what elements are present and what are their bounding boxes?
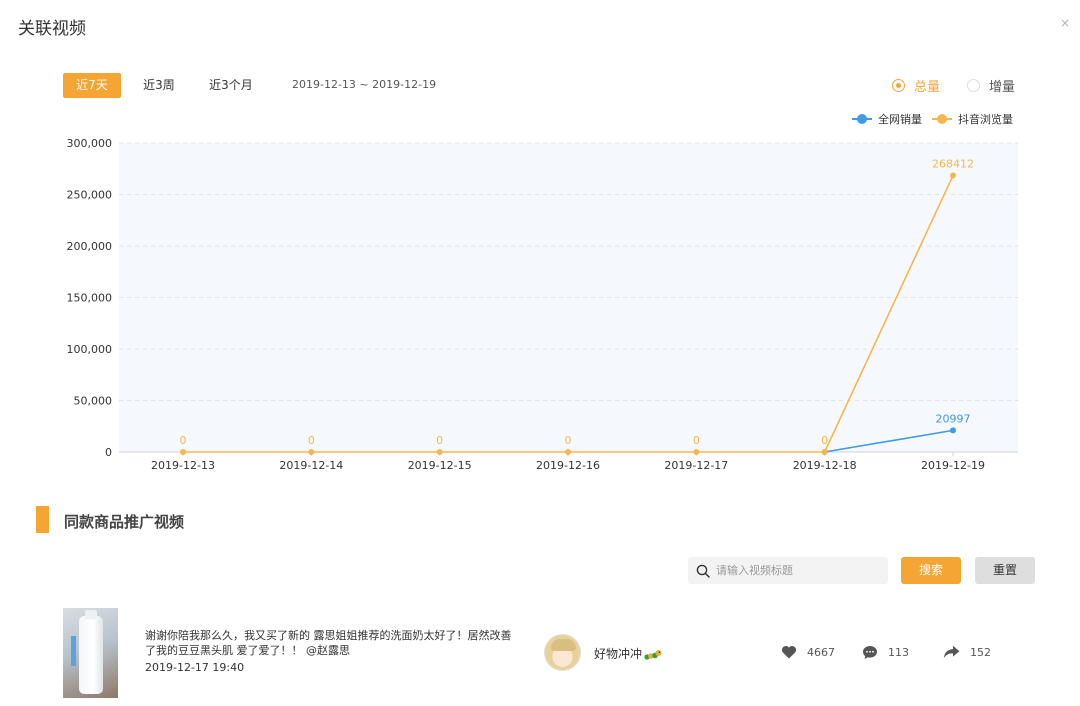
data-point — [693, 449, 700, 455]
video-time: 2019-12-17 19:40 — [145, 661, 245, 674]
data-label: 0 — [180, 434, 187, 447]
x-tick-label: 2019-12-18 — [793, 459, 857, 472]
dialog-title: 关联视频 — [18, 19, 86, 39]
radio-increment-dot[interactable] — [967, 79, 980, 92]
y-tick-label: 250,000 — [67, 189, 113, 202]
radio-total-dot[interactable] — [892, 79, 905, 92]
data-point — [180, 449, 186, 455]
y-tick-label: 300,000 — [67, 137, 113, 150]
legend-views-marker — [932, 114, 952, 124]
search-button[interactable]: 搜索 — [901, 557, 961, 584]
stat-shares[interactable]: 152 — [943, 645, 991, 659]
stat-comments[interactable]: 113 — [862, 645, 909, 660]
data-point — [436, 449, 443, 455]
data-label: 0 — [436, 434, 443, 447]
section-title: 同款商品推广视频 — [64, 513, 185, 531]
comments-count: 113 — [888, 646, 909, 659]
x-tick-label: 2019-12-14 — [279, 459, 343, 472]
x-tick-label: 2019-12-19 — [921, 459, 985, 472]
range-tab-3w[interactable]: 近3周 — [133, 73, 185, 98]
heart-icon — [781, 646, 797, 659]
search-input[interactable] — [716, 564, 876, 577]
section-accent-bar — [36, 506, 49, 533]
radio-total-label: 总量 — [914, 80, 941, 95]
author-name-group[interactable]: 好物冲冲 — [594, 645, 662, 662]
data-label: 268412 — [932, 158, 974, 171]
legend-item-sales[interactable]: 全网销量 — [852, 111, 922, 127]
data-point — [308, 449, 315, 455]
caterpillar-icon — [644, 649, 662, 660]
data-label: 0 — [693, 434, 700, 447]
data-point — [565, 449, 571, 455]
close-icon[interactable]: × — [1060, 16, 1070, 30]
video-thumbnail[interactable] — [63, 608, 118, 698]
shares-count: 152 — [970, 645, 991, 659]
comment-icon — [863, 646, 877, 659]
x-tick-label: 2019-12-15 — [408, 459, 472, 472]
data-point — [950, 172, 956, 179]
legend-views-label: 抖音浏览量 — [958, 113, 1013, 126]
search-box[interactable] — [688, 557, 888, 584]
y-tick-label: 100,000 — [67, 343, 113, 356]
y-tick-label: 50,000 — [74, 395, 113, 408]
author-name: 好物冲冲 — [594, 647, 643, 661]
reset-button[interactable]: 重置 — [975, 557, 1035, 584]
share-icon — [943, 645, 960, 659]
video-description[interactable]: 谢谢你陪我那么久，我又买了新的 露思姐姐推荐的洗面奶太好了！居然改善了我的豆豆黑… — [145, 628, 520, 658]
data-label: 20997 — [936, 412, 971, 425]
avatar[interactable] — [544, 634, 581, 671]
y-tick-label: 200,000 — [67, 240, 113, 253]
thumbnail-bottle — [79, 616, 103, 694]
x-tick-label: 2019-12-13 — [151, 459, 215, 472]
thumbnail-bottle-cap — [85, 610, 97, 619]
legend-item-views[interactable]: 抖音浏览量 — [932, 111, 1013, 127]
data-label: 0 — [821, 434, 828, 447]
data-point — [950, 427, 956, 434]
line-chart: 0 50,000 100,000 150,000 200,000 250,000 300,0… — [67, 137, 1018, 472]
legend-sales-label: 全网销量 — [878, 113, 922, 126]
x-tick-label: 2019-12-16 — [536, 459, 600, 472]
stat-likes[interactable]: 4667 — [781, 645, 835, 659]
radio-total[interactable]: 总量 — [892, 76, 940, 95]
data-label: 0 — [308, 434, 315, 447]
thumbnail-strip — [71, 636, 76, 666]
likes-count: 4667 — [807, 645, 835, 659]
y-tick-label: 150,000 — [67, 292, 113, 305]
date-range-label: 2019-12-13 ~ 2019-12-19 — [292, 78, 437, 91]
search-icon — [696, 564, 710, 578]
data-point — [821, 449, 828, 455]
data-label: 0 — [565, 434, 572, 447]
y-tick-label: 0 — [105, 446, 112, 459]
range-tab-3m[interactable]: 近3个月 — [200, 73, 262, 98]
range-tab-7d[interactable]: 近7天 — [63, 73, 121, 98]
x-tick-label: 2019-12-17 — [664, 459, 728, 472]
radio-increment-label: 增量 — [989, 80, 1016, 95]
legend-sales-marker — [852, 114, 872, 124]
radio-increment[interactable]: 增量 — [967, 76, 1015, 95]
